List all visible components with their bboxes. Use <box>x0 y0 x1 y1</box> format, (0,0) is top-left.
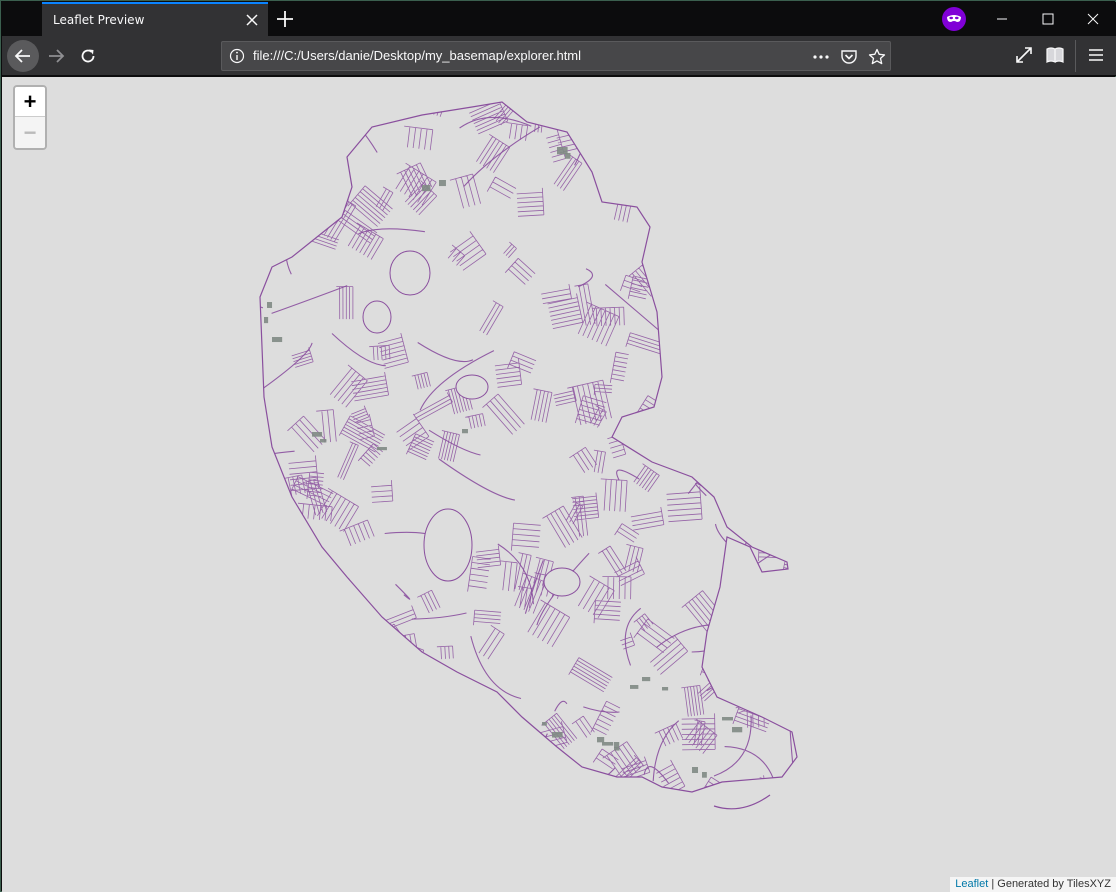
navigation-toolbar: file:///C:/Users/danie/Desktop/my_basema… <box>2 36 1116 76</box>
tab-strip: Leaflet Preview <box>2 2 1116 36</box>
more-dots-icon[interactable] <box>812 48 830 66</box>
url-text[interactable]: file:///C:/Users/danie/Desktop/my_basema… <box>253 48 581 63</box>
plus-icon[interactable] <box>274 8 296 30</box>
map-canvas[interactable]: + − Leaflet | Generated by TilesXYZ <box>2 77 1116 892</box>
zoom-out-button[interactable]: − <box>15 117 45 148</box>
hamburger-menu-icon[interactable] <box>1086 45 1108 67</box>
reload-icon <box>81 49 95 63</box>
info-icon[interactable] <box>229 48 245 64</box>
leaflet-link[interactable]: Leaflet <box>955 878 988 890</box>
zoom-in-button[interactable]: + <box>15 87 45 117</box>
toolbar-separator <box>1075 40 1076 72</box>
attribution-text: | Generated by TilesXYZ <box>988 878 1111 890</box>
roads-group <box>260 102 797 792</box>
coastal-road-segment <box>713 794 771 810</box>
map-attribution: Leaflet | Generated by TilesXYZ <box>950 877 1116 892</box>
reload-button[interactable] <box>72 40 104 72</box>
pocket-icon[interactable] <box>840 48 858 66</box>
forward-button[interactable] <box>40 40 72 72</box>
tab-title: Leaflet Preview <box>53 13 145 27</box>
close-icon[interactable] <box>1070 2 1116 36</box>
tab-leaflet-preview[interactable]: Leaflet Preview <box>42 2 268 36</box>
arrow-left-icon <box>14 49 30 63</box>
close-icon[interactable] <box>244 12 260 28</box>
browser-window: Leaflet Preview file:///C:/Users/danie/D… <box>0 0 1116 892</box>
maximize-icon[interactable] <box>1025 2 1071 36</box>
expand-icon[interactable] <box>1014 45 1036 67</box>
street-network-layer[interactable] <box>2 77 1116 892</box>
zoom-control: + − <box>13 85 47 150</box>
back-button[interactable] <box>7 40 39 72</box>
buildings-group <box>264 147 743 778</box>
url-bar[interactable]: file:///C:/Users/danie/Desktop/my_basema… <box>221 41 891 71</box>
private-browsing-mask-icon <box>942 7 966 31</box>
arrow-right-icon <box>49 49 65 63</box>
minimize-icon[interactable] <box>979 2 1025 36</box>
star-icon[interactable] <box>868 48 886 66</box>
library-icon[interactable] <box>1045 45 1067 67</box>
city-outline <box>259 101 798 793</box>
